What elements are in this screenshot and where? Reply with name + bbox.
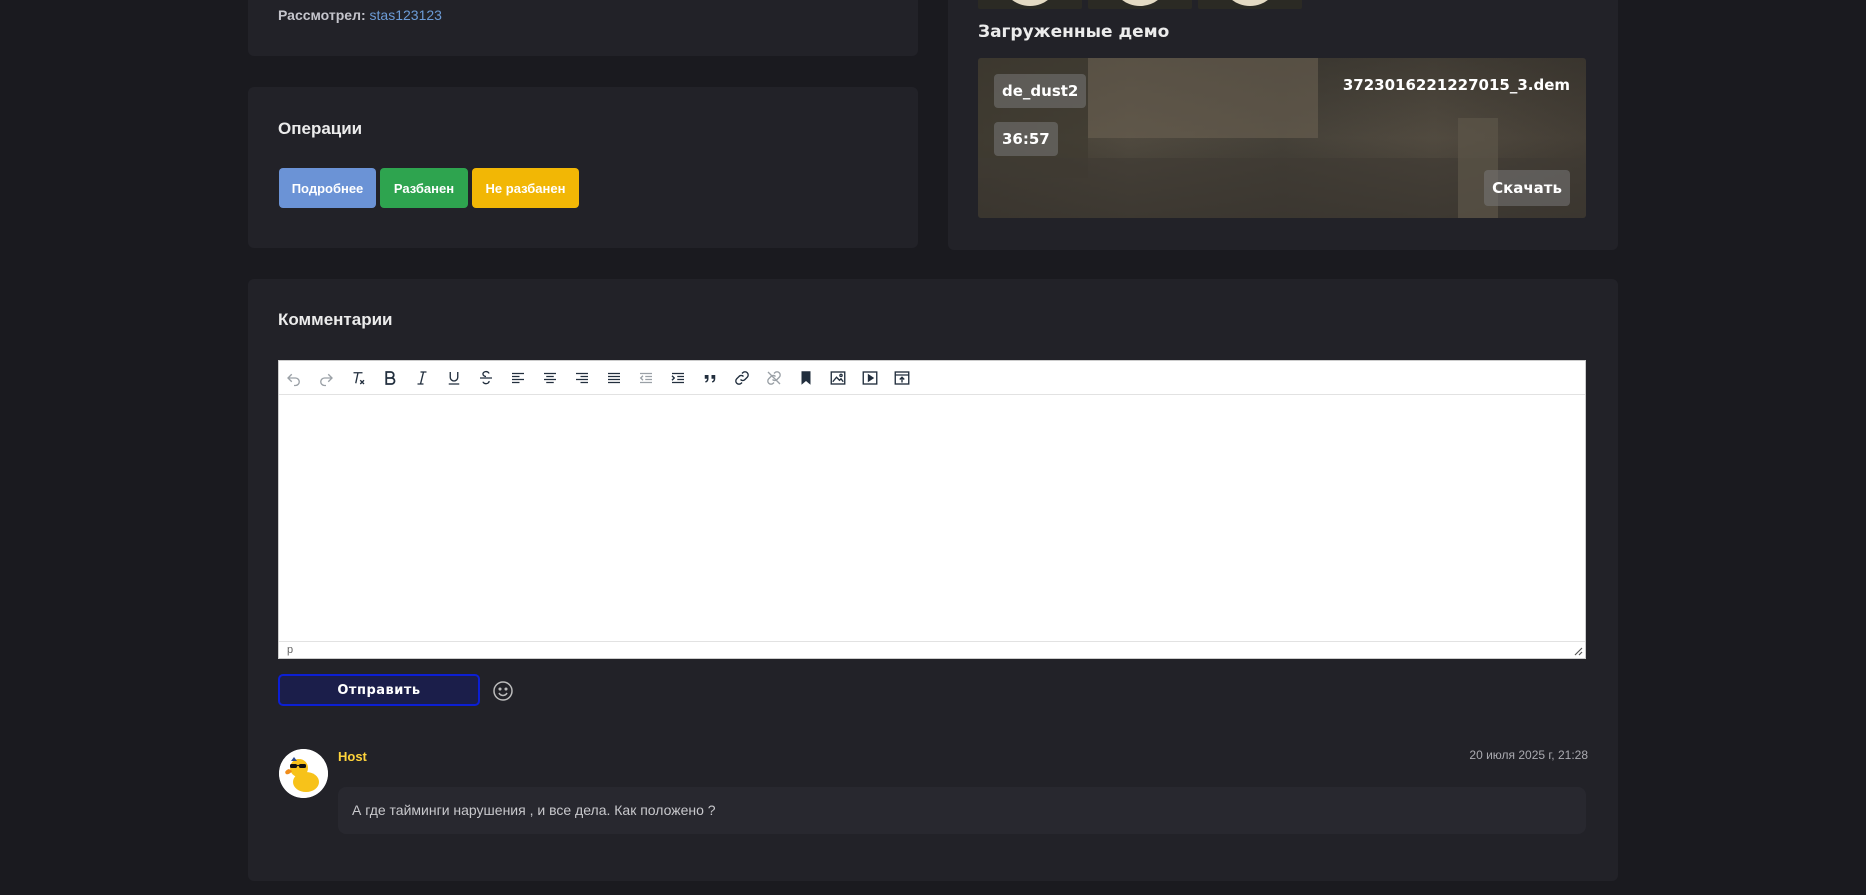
redo-icon[interactable]: [313, 365, 339, 391]
editor-statusbar: p: [279, 641, 1585, 658]
operations-title: Операции: [278, 119, 363, 138]
blockquote-icon[interactable]: [697, 365, 723, 391]
comments-panel: Комментарии p Отправить Host 20 июля 202…: [248, 279, 1618, 881]
undo-icon[interactable]: [281, 365, 307, 391]
media-icon[interactable]: [857, 365, 883, 391]
align-left-icon[interactable]: [505, 365, 531, 391]
clear-format-icon[interactable]: [345, 365, 371, 391]
map-preview-shape: [1088, 58, 1318, 138]
avatar[interactable]: [279, 749, 328, 798]
reviewer-label: Рассмотрел:: [278, 7, 366, 23]
unbanned-button[interactable]: Разбанен: [380, 168, 468, 208]
send-comment-button[interactable]: Отправить: [278, 674, 480, 706]
upload-icon[interactable]: [889, 365, 915, 391]
duck-avatar-icon: [279, 749, 328, 798]
element-path[interactable]: p: [287, 644, 293, 656]
demo-duration-badge: 36:57: [994, 122, 1058, 156]
comment-date: 20 июля 2025 г, 21:28: [1469, 748, 1588, 762]
unlink-icon[interactable]: [761, 365, 787, 391]
details-button[interactable]: Подробнее: [279, 168, 376, 208]
emoji-icon[interactable]: [491, 679, 515, 703]
reviewer-link[interactable]: stas123123: [370, 7, 442, 23]
screenshot-thumbnail[interactable]: [978, 0, 1082, 9]
download-button[interactable]: Скачать: [1484, 170, 1570, 206]
align-justify-icon[interactable]: [601, 365, 627, 391]
italic-icon[interactable]: [409, 365, 435, 391]
reviewer-panel: Рассмотрел: stas123123: [248, 0, 918, 56]
demo-map-badge: de_dust2: [994, 74, 1087, 108]
outdent-icon[interactable]: [633, 365, 659, 391]
align-right-icon[interactable]: [569, 365, 595, 391]
editor-content-area[interactable]: [279, 396, 1585, 644]
strikethrough-icon[interactable]: [473, 365, 499, 391]
comments-title: Комментарии: [278, 310, 393, 329]
demos-title: Загруженные демо: [978, 22, 1170, 42]
not-unbanned-button[interactable]: Не разбанен: [472, 168, 579, 208]
reviewer-line: Рассмотрел: stas123123: [278, 7, 442, 23]
bookmark-icon[interactable]: [793, 365, 819, 391]
rich-text-editor: p: [278, 360, 1586, 659]
demo-filename: 3723016221227015_3.dem: [1342, 76, 1570, 94]
bold-icon[interactable]: [377, 365, 403, 391]
operations-panel: Операции Подробнее Разбанен Не разбанен: [248, 87, 918, 248]
screenshot-thumbnail[interactable]: [1198, 0, 1302, 9]
indent-icon[interactable]: [665, 365, 691, 391]
underline-icon[interactable]: [441, 365, 467, 391]
link-icon[interactable]: [729, 365, 755, 391]
resize-handle-icon[interactable]: [1573, 646, 1583, 656]
demo-card: de_dust2 36:57 3723016221227015_3.dem Ск…: [978, 58, 1586, 218]
editor-toolbar: [279, 361, 1585, 395]
align-center-icon[interactable]: [537, 365, 563, 391]
image-icon[interactable]: [825, 365, 851, 391]
comment-text: А где тайминги нарушения , и все дела. К…: [338, 787, 1586, 834]
screenshot-thumbnail[interactable]: [1088, 0, 1192, 9]
comment-author[interactable]: Host: [338, 749, 367, 764]
demos-panel: Загруженные демо de_dust2 36:57 37230162…: [948, 0, 1618, 250]
